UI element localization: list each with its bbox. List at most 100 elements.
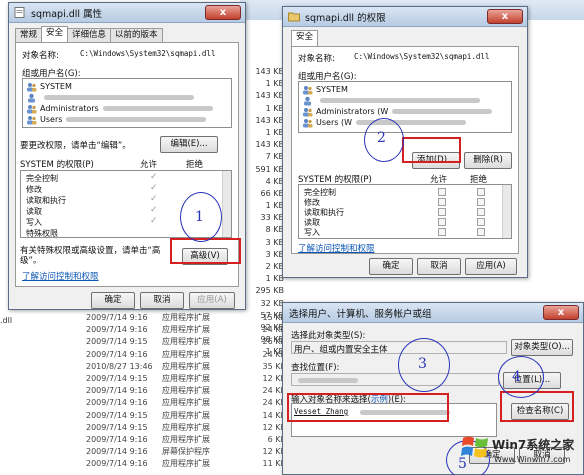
file-row[interactable]: 2009/7/14 9:16 应用程序扩展 15 KB [86,312,286,324]
user-row-blurred[interactable] [26,92,194,103]
user-name: Users [40,115,63,124]
user-row-administrators[interactable]: Administrators [26,103,213,114]
perm-full-control: 完全控制 [26,174,58,183]
file-type: 应用程序扩展 [162,313,210,322]
file-size: 11 KB [262,459,286,469]
remove-button[interactable]: 删除(R) [464,152,512,169]
size-cell: 143 KB [255,67,284,76]
deny-checkbox[interactable] [477,188,485,196]
file-type: 应用程序扩展 [162,459,210,469]
file-row[interactable]: 2009/7/14 9:16 屏幕保护程序 12 KB [86,446,286,458]
file-size: 12 KB [262,422,286,432]
file-row[interactable]: 2009/7/14 9:15 应用程序扩展 12 KB [86,422,286,434]
file-row[interactable]: 2010/8/27 13:46 应用程序扩展 35 KB [86,361,286,373]
user-row-administrators[interactable]: Administrators (W [302,106,493,117]
allow-checkbox[interactable] [438,218,446,226]
apply-button[interactable]: 应用(A) [189,292,235,309]
file-row[interactable]: 2009/7/14 9:16 应用程序扩展 24 KB [86,397,286,409]
file-icon [14,7,25,18]
tab-general[interactable]: 常规 [15,28,43,42]
file-date: 2009/7/14 9:15 [86,422,148,432]
watermark-url: Www.Winwin7.com [494,455,571,464]
object-types-button[interactable]: 对象类型(O)... [511,339,573,356]
tab-previous-versions[interactable]: 以前的版本 [110,28,163,42]
ok-button[interactable]: 确定 [91,292,135,309]
size-cell: 3 KB [265,249,284,259]
file-date: 2009/7/14 9:16 [86,398,148,408]
deny-checkbox[interactable] [477,208,485,216]
learn-link[interactable]: 了解访问控制和权限 [22,270,99,282]
cancel-button[interactable]: 取消 [417,258,461,275]
users-group-icon [303,118,313,127]
file-row[interactable]: 2009/7/14 9:15 应用程序扩展 14 KB [86,410,286,422]
apply-button[interactable]: 应用(A) [465,258,517,275]
file-row[interactable]: 2009/7/14 9:16 应用程序扩展 24 KB [86,349,286,361]
file-date: 2009/7/14 9:15 [86,410,148,420]
permission-scrollbar[interactable] [502,185,511,238]
size-cell: 1 KB [265,103,284,113]
allow-checkbox[interactable] [438,198,446,206]
object-name-label: 对象名称: [298,54,335,64]
close-button[interactable]: x [543,305,579,320]
highlight-add [402,137,461,163]
size-cell: 1 KB [265,201,284,211]
users-group-icon [27,115,37,124]
annotation-number-3: 3 [418,356,427,372]
deny-header: 拒绝 [186,160,204,170]
file-row[interactable]: 2009/7/14 9:16 应用程序扩展 11 KB [86,458,286,470]
blurred-name [66,117,207,122]
tab-details[interactable]: 详细信息 [67,28,112,42]
learn-link[interactable]: 了解访问控制和权限 [298,242,375,254]
file-row[interactable]: 2009/7/14 9:15 应用程序扩展 12 KB [86,373,286,385]
allow-checkbox[interactable] [438,208,446,216]
file-type: 应用程序扩展 [162,325,210,335]
user-row-system[interactable]: SYSTEM [302,84,348,95]
allow-checkbox[interactable] [438,188,446,196]
user-name: SYSTEM [40,82,72,91]
permission-scrollbar[interactable] [222,171,231,237]
file-date: 2009/7/14 9:15 [86,337,148,347]
size-cell: 591 KB [255,164,284,174]
size-cell: 295 KB [255,286,284,296]
permissions-tabs: 安全 [291,30,319,46]
deny-checkbox[interactable] [477,198,485,206]
file-row[interactable]: 2009/7/14 9:16 应用程序扩展 24 KB [86,324,286,336]
blurred-location [298,378,358,383]
size-cell: 66 KB [260,188,284,198]
perm-read-execute: 读取和执行 [26,196,66,205]
file-row[interactable]: 2009/7/14 9:16 应用程序扩展 24 KB [86,385,286,397]
file-date: 2009/7/14 9:16 [86,313,148,322]
size-cell: 2 KB [265,262,284,271]
location-field [291,373,499,386]
file-row[interactable]: 2009/7/14 9:15 应用程序扩展 26 KB [86,336,286,348]
file-row[interactable]: 2009/7/14 9:16 应用程序扩展 6 KB [86,434,286,446]
select-users-title: 选择用户、计算机、服务帐户或组 [289,309,432,320]
users-group-icon [303,85,313,94]
allow-checkbox[interactable] [438,228,446,236]
size-cell: 143 KB [255,115,284,125]
ok-button[interactable]: 确定 [369,258,413,275]
user-row-users[interactable]: Users [26,114,207,125]
deny-checkbox[interactable] [477,218,485,226]
perm-modify: 修改 [26,185,42,194]
tab-security[interactable]: 安全 [41,26,69,42]
file-size: 15 KB [262,313,286,322]
user-row-system[interactable]: SYSTEM [26,81,72,92]
tab-security[interactable]: 安全 [291,30,319,46]
close-button[interactable]: x [487,9,523,24]
user-icon [304,96,311,105]
checkmark-icon: ✓ [150,205,158,215]
file-date: 2009/7/14 9:15 [86,373,148,383]
size-cell: 1 KB [265,274,284,284]
deny-checkbox[interactable] [477,228,485,236]
blurred-name [44,95,194,100]
file-date: 2009/7/14 9:16 [86,386,148,396]
close-button[interactable]: x [205,5,241,20]
size-cell: 143 KB [255,91,284,101]
file-size: 35 KB [262,361,286,371]
edit-button[interactable]: 编辑(E)... [160,136,218,153]
file-type: 应用程序扩展 [162,361,210,371]
annotation-circle-4 [498,356,544,398]
cancel-button[interactable]: 取消 [140,292,184,309]
user-row-blurred[interactable] [302,95,480,106]
